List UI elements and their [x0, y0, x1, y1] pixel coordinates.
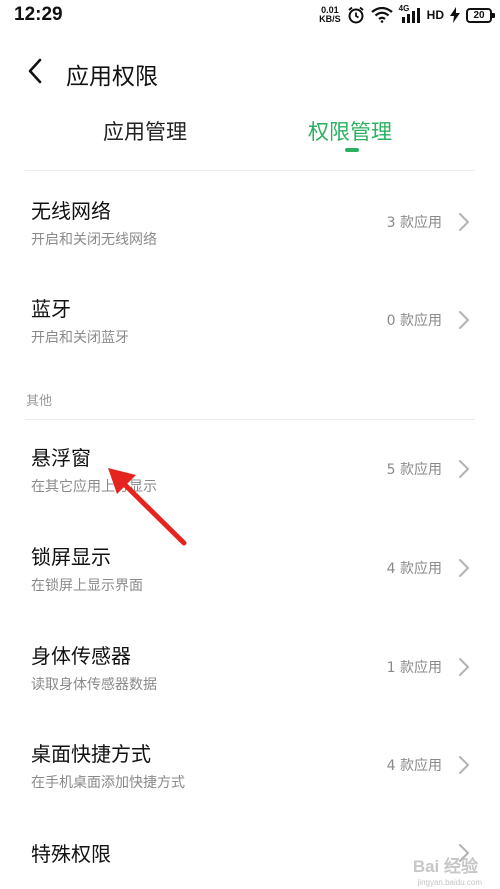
- chevron-right-icon: [459, 213, 469, 231]
- back-arrow-icon: [28, 58, 42, 84]
- watermark-logo: Bai 经验: [412, 857, 478, 876]
- net-speed-unit: KB/S: [319, 14, 341, 24]
- section-header-other: 其他: [26, 394, 53, 409]
- title-bar: 应用权限: [0, 40, 500, 104]
- tab-permission-management[interactable]: 权限管理: [308, 116, 392, 146]
- item-subtitle: 在手机桌面添加快捷方式: [31, 775, 185, 791]
- item-subtitle: 在锁屏上显示界面: [31, 578, 143, 594]
- chevron-right-icon: [459, 658, 469, 676]
- list-item-lock-screen-display[interactable]: 锁屏显示 在锁屏上显示界面 4 款应用: [0, 541, 500, 637]
- item-app-count: 0 款应用: [386, 313, 442, 329]
- item-title: 桌面快捷方式: [31, 742, 151, 766]
- divider: [25, 419, 475, 420]
- watermark-url: jingyan.baidu.com: [417, 878, 482, 887]
- net-speed-indicator: 0.01 KB/S: [319, 6, 341, 24]
- divider: [25, 170, 475, 171]
- status-bar: 12:29 0.01 KB/S 4G HD 20: [0, 0, 500, 30]
- list-item-desktop-shortcuts[interactable]: 桌面快捷方式 在手机桌面添加快捷方式 4 款应用: [0, 738, 500, 834]
- hd-indicator: HD: [426, 8, 444, 22]
- tab-bar: 应用管理 权限管理: [0, 108, 500, 158]
- list-item-wireless-network[interactable]: 无线网络 开启和关闭无线网络 3 款应用: [0, 195, 500, 291]
- tab-app-management[interactable]: 应用管理: [103, 116, 187, 146]
- item-title: 锁屏显示: [31, 545, 111, 569]
- back-button[interactable]: [18, 54, 52, 88]
- item-app-count: 3 款应用: [386, 215, 442, 231]
- item-subtitle: 开启和关闭蓝牙: [31, 330, 129, 346]
- chevron-right-icon: [459, 559, 469, 577]
- item-subtitle: 开启和关闭无线网络: [31, 232, 157, 248]
- item-title: 蓝牙: [31, 297, 71, 321]
- chevron-right-icon: [459, 460, 469, 478]
- item-title: 悬浮窗: [31, 446, 91, 470]
- item-app-count: 5 款应用: [386, 462, 442, 478]
- status-time: 12:29: [14, 4, 63, 25]
- list-item-bluetooth[interactable]: 蓝牙 开启和关闭蓝牙 0 款应用: [0, 293, 500, 389]
- charging-bolt-icon: [450, 7, 460, 23]
- active-tab-indicator: [345, 148, 359, 152]
- chevron-right-icon: [459, 311, 469, 329]
- battery-icon: 20: [466, 7, 495, 23]
- item-title: 身体传感器: [31, 644, 131, 668]
- alarm-clock-icon: [348, 6, 364, 24]
- page-title: 应用权限: [66, 64, 158, 90]
- item-title: 无线网络: [31, 199, 111, 223]
- status-icons: 0.01 KB/S 4G HD 20: [319, 4, 495, 26]
- item-subtitle: 在其它应用上方显示: [31, 479, 157, 495]
- item-subtitle: 读取身体传感器数据: [31, 677, 157, 693]
- chevron-right-icon: [459, 756, 469, 774]
- signal-icon: 4G: [399, 4, 421, 24]
- item-app-count: 1 款应用: [386, 660, 442, 676]
- battery-level: 20: [473, 9, 485, 21]
- list-item-body-sensors[interactable]: 身体传感器 读取身体传感器数据 1 款应用: [0, 640, 500, 736]
- item-app-count: 4 款应用: [386, 758, 442, 774]
- list-item-floating-window[interactable]: 悬浮窗 在其它应用上方显示 5 款应用: [0, 442, 500, 538]
- item-app-count: 4 款应用: [386, 561, 442, 577]
- item-title: 特殊权限: [31, 842, 111, 866]
- wifi-icon: [370, 7, 393, 23]
